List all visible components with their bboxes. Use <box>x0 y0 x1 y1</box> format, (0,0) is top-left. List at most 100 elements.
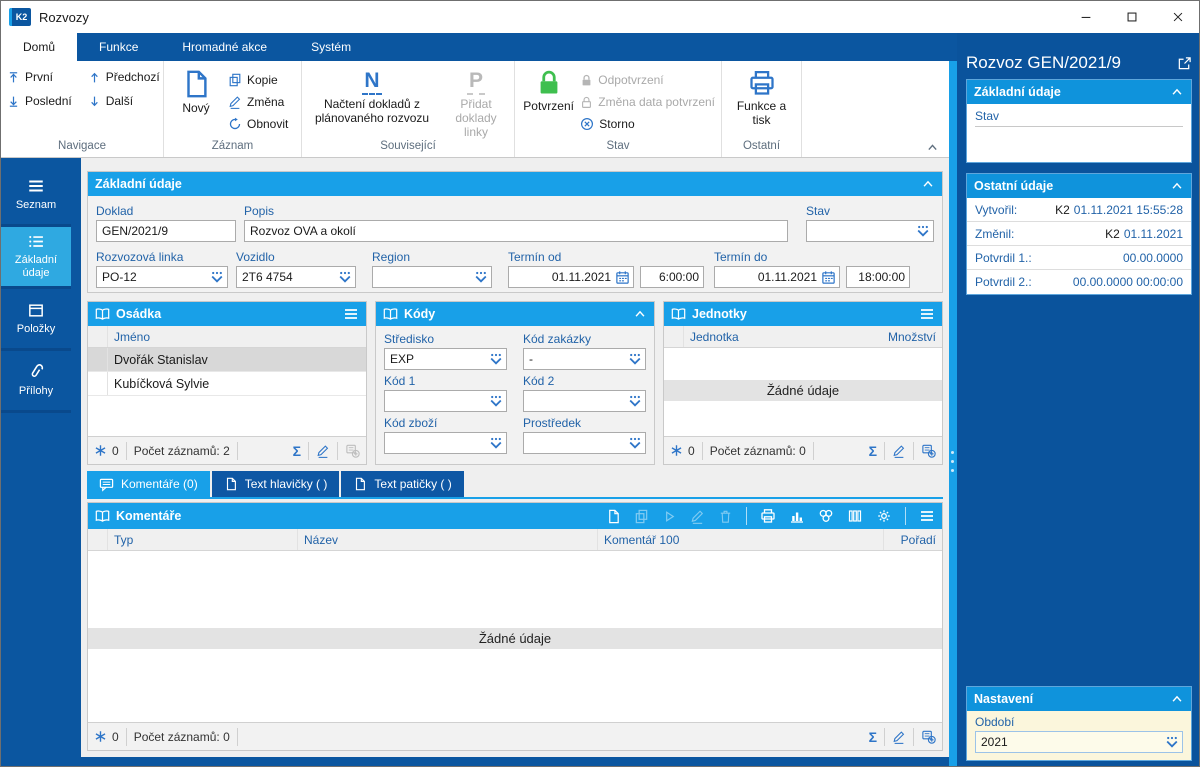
chevron-up-icon[interactable] <box>921 177 935 191</box>
termin-od-time-field[interactable]: 6:00:00 <box>640 266 704 288</box>
sigma-icon[interactable]: Σ <box>293 443 301 459</box>
col-komentar[interactable]: Komentář 100 <box>598 529 884 550</box>
termin-do-time-field[interactable]: 18:00:00 <box>846 266 910 288</box>
clover-icon[interactable] <box>818 508 834 524</box>
minimize-button[interactable] <box>1063 1 1109 33</box>
doklad-field[interactable]: GEN/2021/9 <box>96 220 236 242</box>
hamburger-icon[interactable] <box>919 306 935 322</box>
confirm-button[interactable]: Potvrzení <box>521 66 576 140</box>
next-button[interactable]: Další <box>88 91 160 111</box>
chevron-up-icon[interactable] <box>633 307 647 321</box>
tab-komentare[interactable]: Komentáře (0) <box>87 471 210 497</box>
dropdown-icon[interactable] <box>489 353 503 366</box>
chevron-up-icon[interactable] <box>1170 692 1184 706</box>
first-button[interactable]: První <box>7 67 72 87</box>
dropdown-icon[interactable] <box>489 395 503 408</box>
kod-zakazky-field[interactable]: - <box>523 348 646 370</box>
dropdown-icon[interactable] <box>916 225 930 238</box>
tab-text-hlavicky[interactable]: Text hlavičky ( ) <box>211 471 340 497</box>
change-button[interactable]: Změna <box>228 92 288 112</box>
ribbon-collapse-icon[interactable] <box>926 141 939 154</box>
close-button[interactable] <box>1155 1 1200 33</box>
popis-field[interactable]: Rozvoz OVA a okolí <box>244 220 788 242</box>
table-add-icon[interactable] <box>921 729 936 744</box>
info-row: Změnil: K2 01.11.2021 <box>967 222 1191 246</box>
table-add-icon[interactable] <box>345 443 360 458</box>
region-field[interactable] <box>372 266 492 288</box>
last-button[interactable]: Poslední <box>7 91 72 111</box>
termin-od-date-field[interactable]: 01.11.2021 <box>508 266 634 288</box>
tab-funkce[interactable]: Funkce <box>77 33 160 61</box>
previous-button[interactable]: Předchozí <box>88 67 160 87</box>
tab-hromadne-akce[interactable]: Hromadné akce <box>160 33 289 61</box>
table-row[interactable]: Dvořák Stanislav <box>88 348 366 372</box>
table-add-icon[interactable] <box>921 443 936 458</box>
tab-domu[interactable]: Domů <box>1 33 78 61</box>
edit-pencil-icon[interactable] <box>690 509 705 524</box>
stredisko-field[interactable]: EXP <box>384 348 507 370</box>
stav-field[interactable] <box>806 220 934 242</box>
tab-text-paticky[interactable]: Text patičky ( ) <box>341 471 464 497</box>
printer-icon[interactable] <box>760 508 776 524</box>
col-nazev[interactable]: Název <box>298 529 598 550</box>
obdobi-label: Období <box>975 715 1015 729</box>
col-poradi[interactable]: Pořadí <box>884 529 942 550</box>
col-jmeno[interactable]: Jméno <box>108 330 150 344</box>
add-line-documents-button[interactable]: P Přidat doklady linky <box>445 66 507 140</box>
sigma-icon[interactable]: Σ <box>869 729 877 745</box>
load-documents-button[interactable]: N Načtení dokladů z plánovaného rozvozu <box>309 66 435 140</box>
copy-button[interactable]: Kopie <box>228 70 288 90</box>
sigma-icon[interactable]: Σ <box>869 443 877 459</box>
storno-button[interactable]: Storno <box>580 114 715 134</box>
prostredek-field[interactable] <box>523 432 646 454</box>
table-row[interactable]: Kubíčková Sylvie <box>88 372 366 396</box>
bar-chart-icon[interactable] <box>789 508 805 524</box>
col-jednotka[interactable]: Jednotka <box>684 330 888 344</box>
vozidlo-field[interactable]: 2T6 4754 <box>236 266 356 288</box>
sidebar-item-seznam[interactable]: Seznam <box>1 165 71 227</box>
trash-icon[interactable] <box>718 509 733 524</box>
external-link-icon[interactable] <box>1177 56 1192 71</box>
calendar-icon[interactable] <box>821 270 836 285</box>
rozvozova-linka-field[interactable]: PO-12 <box>96 266 228 288</box>
dropdown-icon[interactable] <box>338 271 352 284</box>
hamburger-icon[interactable] <box>919 508 935 524</box>
obdobi-field[interactable]: 2021 <box>975 731 1183 753</box>
tab-system[interactable]: Systém <box>289 33 373 61</box>
col-mnozstvi[interactable]: Množství <box>888 330 942 344</box>
dropdown-icon[interactable] <box>628 437 642 450</box>
refresh-button[interactable]: Obnovit <box>228 114 288 134</box>
new-button[interactable]: Nový <box>170 66 222 140</box>
sidebar-item-polozky[interactable]: Položky <box>1 289 71 351</box>
change-confirm-date-button[interactable]: Změna data potvrzení <box>580 92 715 112</box>
functions-print-button[interactable]: Funkce a tisk <box>731 66 793 140</box>
edit-pencil-icon[interactable] <box>892 444 906 458</box>
kod1-field[interactable] <box>384 390 507 412</box>
col-typ[interactable]: Typ <box>108 529 298 550</box>
dropdown-icon[interactable] <box>1165 736 1179 749</box>
new-record-icon[interactable] <box>606 509 621 524</box>
unconfirm-button[interactable]: Odpotvrzení <box>580 70 715 90</box>
kod2-field[interactable] <box>523 390 646 412</box>
play-icon[interactable] <box>662 509 677 524</box>
sidebar-item-zakladni-udaje[interactable]: Základní údaje <box>1 227 71 289</box>
panel-splitter[interactable] <box>949 61 957 766</box>
chevron-up-icon[interactable] <box>1170 179 1184 193</box>
dropdown-icon[interactable] <box>628 353 642 366</box>
edit-pencil-icon[interactable] <box>892 730 906 744</box>
copy-record-icon[interactable] <box>634 509 649 524</box>
maximize-button[interactable] <box>1109 1 1155 33</box>
sidebar-item-prilohy[interactable]: Přílohy <box>1 351 71 413</box>
columns-icon[interactable] <box>847 508 863 524</box>
dropdown-icon[interactable] <box>628 395 642 408</box>
kod-zbozi-field[interactable] <box>384 432 507 454</box>
hamburger-icon[interactable] <box>343 306 359 322</box>
gear-icon[interactable] <box>876 508 892 524</box>
dropdown-icon[interactable] <box>210 271 224 284</box>
dropdown-icon[interactable] <box>474 271 488 284</box>
termin-do-date-field[interactable]: 01.11.2021 <box>714 266 840 288</box>
edit-pencil-icon[interactable] <box>316 444 330 458</box>
chevron-up-icon[interactable] <box>1170 85 1184 99</box>
dropdown-icon[interactable] <box>489 437 503 450</box>
calendar-icon[interactable] <box>615 270 630 285</box>
